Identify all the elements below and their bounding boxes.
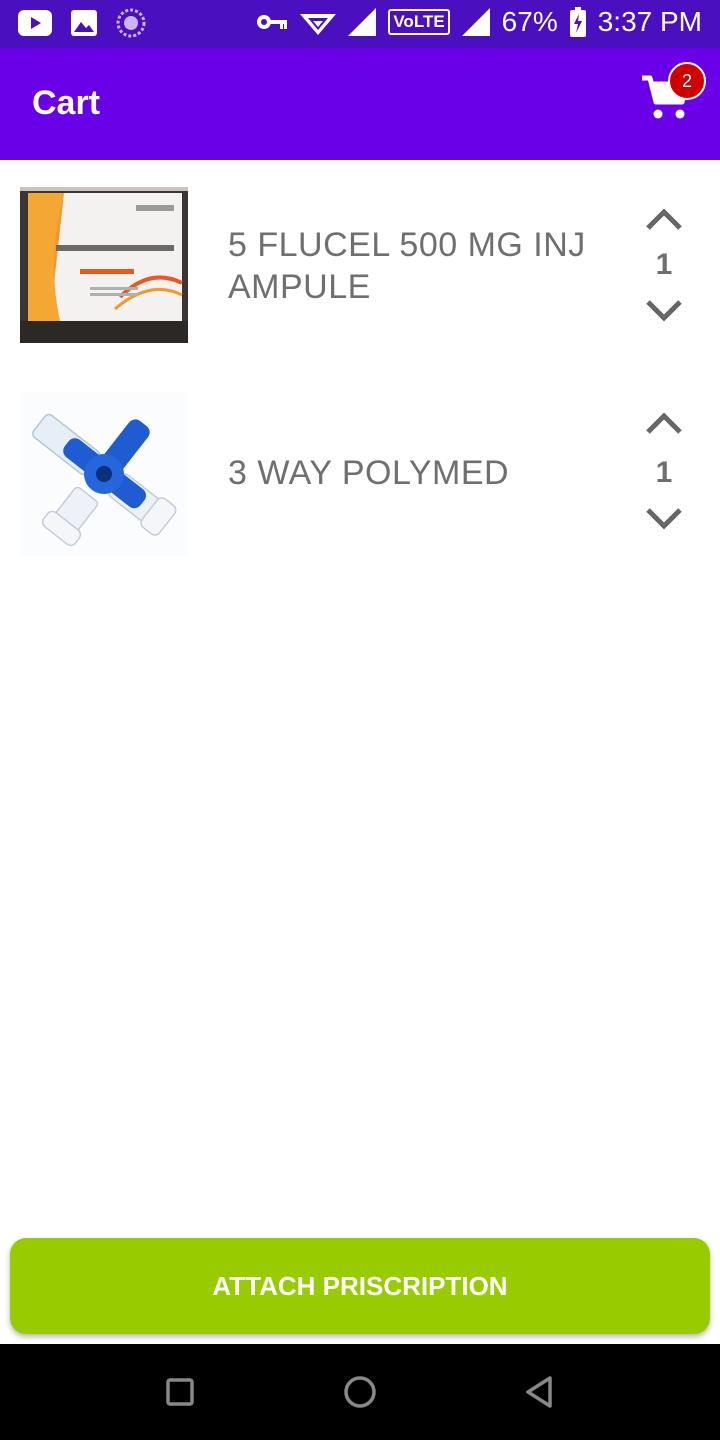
recent-apps-icon[interactable]	[162, 1374, 198, 1410]
quantity-value: 1	[655, 456, 673, 489]
app-bar: Cart	[0, 48, 720, 160]
cart-count-badge: 2	[668, 62, 706, 100]
gallery-icon	[71, 10, 97, 36]
attach-prescription-button[interactable]: ATTACH PRISCRIPTION	[10, 1238, 710, 1334]
signal-icon	[461, 8, 490, 36]
medicine-box-image	[20, 187, 188, 343]
cart-item: 3 WAY POLYMED 1	[0, 368, 720, 576]
cart-item: 5 FLUCEL 500 MG INJ AMPULE 1	[0, 160, 720, 368]
increase-quantity-button[interactable]	[644, 204, 684, 234]
navigation-bar	[0, 1344, 720, 1440]
decrease-quantity-button[interactable]	[644, 296, 684, 326]
clock: 3:37 PM	[597, 6, 702, 37]
status-bar: VoLTE 67% 3:37 PM	[0, 0, 720, 48]
home-icon[interactable]	[342, 1374, 378, 1410]
youtube-icon	[18, 10, 52, 36]
battery-percent: 67%	[501, 6, 558, 37]
quantity-value: 1	[655, 248, 673, 281]
wifi-icon	[300, 14, 337, 35]
volte-indicator: VoLTE	[388, 9, 450, 35]
sync-icon	[116, 8, 146, 38]
page-title: Cart	[32, 84, 101, 122]
item-name: 3 WAY POLYMED	[228, 454, 510, 492]
increase-quantity-button[interactable]	[644, 408, 684, 438]
decrease-quantity-button[interactable]	[644, 504, 684, 534]
signal-icon	[348, 8, 377, 36]
vpn-key-icon	[257, 15, 288, 29]
three-way-stopcock-image	[20, 392, 188, 556]
item-name: 5 FLUCEL 500 MG INJ AMPULE	[228, 226, 586, 306]
battery-icon	[569, 7, 586, 37]
back-icon[interactable]	[522, 1374, 558, 1410]
